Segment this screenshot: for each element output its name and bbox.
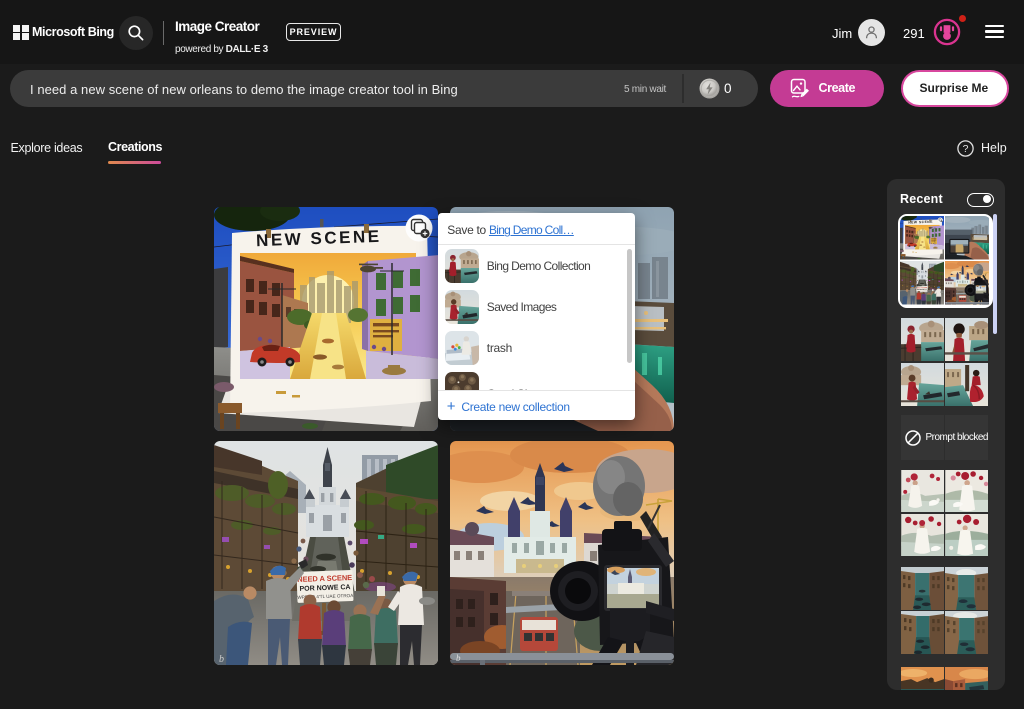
svg-text:NEED A SCENE: NEED A SCENE: [297, 573, 352, 584]
svg-text:?: ?: [963, 143, 969, 155]
svg-text:b: b: [219, 654, 224, 665]
svg-text:b: b: [456, 653, 461, 663]
